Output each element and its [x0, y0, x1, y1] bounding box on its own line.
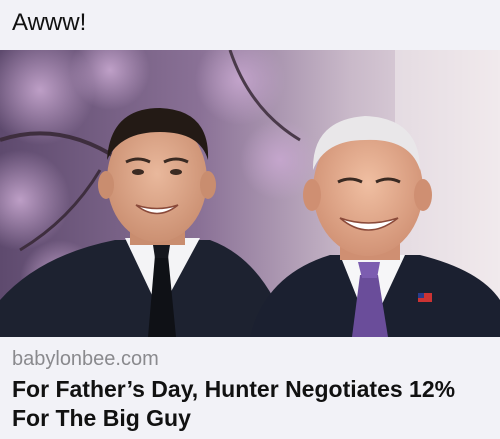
link-domain[interactable]: babylonbee.com — [12, 347, 159, 371]
link-headline[interactable]: For Father’s Day, Hunter Negotiates 12% … — [12, 375, 492, 433]
link-preview-meta[interactable]: babylonbee.com For Father’s Day, Hunter … — [0, 337, 500, 439]
link-preview-card[interactable]: babylonbee.com For Father’s Day, Hunter … — [0, 50, 500, 439]
link-preview-image[interactable] — [0, 50, 500, 337]
photo-illustration — [0, 50, 500, 337]
post-text: Awww! — [12, 9, 87, 36]
